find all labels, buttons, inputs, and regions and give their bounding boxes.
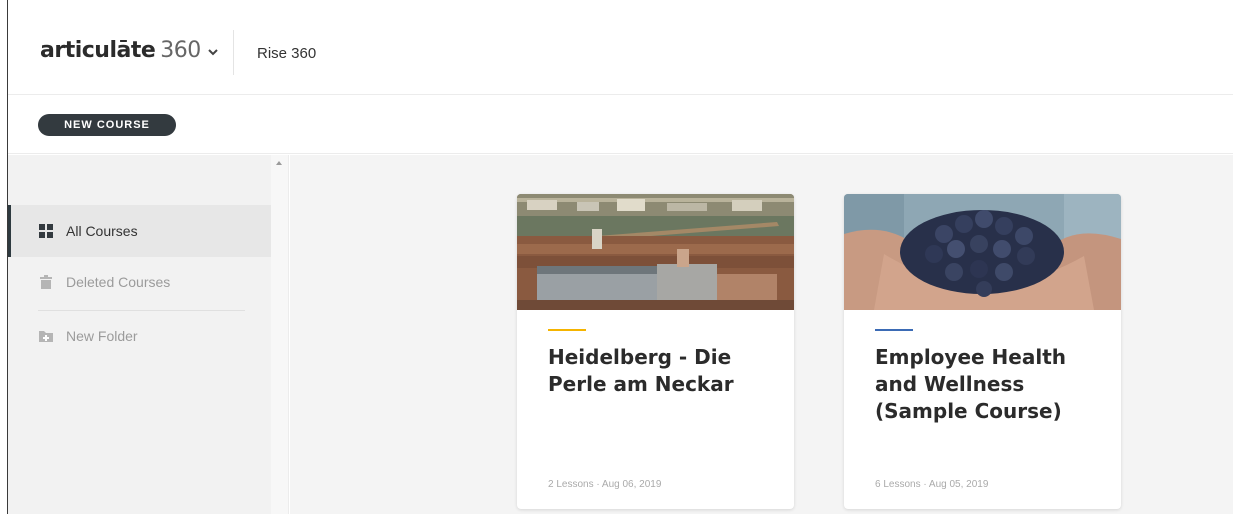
add-folder-icon bbox=[39, 331, 53, 342]
sidebar-item-label: All Courses bbox=[66, 223, 138, 239]
course-title[interactable]: Employee Health and Wellness (Sample Cou… bbox=[875, 344, 1095, 425]
grid-icon bbox=[39, 224, 53, 238]
product-name[interactable]: Rise 360 bbox=[257, 45, 316, 62]
sidebar-item-label: New Folder bbox=[66, 328, 138, 344]
sidebar-scrollbar[interactable] bbox=[271, 155, 289, 514]
chevron-down-icon[interactable] bbox=[206, 45, 220, 59]
course-grid: Heidelberg - Die Perle am Neckar 2 Lesso… bbox=[290, 155, 1233, 514]
new-course-button[interactable]: NEW COURSE bbox=[38, 114, 176, 136]
scroll-up-arrow-icon[interactable] bbox=[276, 161, 282, 165]
brand-wordmark: articulāte bbox=[40, 38, 156, 63]
sidebar-item-deleted-courses[interactable]: Deleted Courses bbox=[8, 256, 271, 308]
sidebar-item-label: Deleted Courses bbox=[66, 274, 171, 290]
course-meta: 2 Lessons · Aug 06, 2019 bbox=[548, 479, 662, 490]
app-header: articulāte 360 Rise 360 bbox=[8, 0, 1233, 95]
sidebar: All Courses Deleted Courses New Folder bbox=[8, 155, 271, 514]
course-title[interactable]: Heidelberg - Die Perle am Neckar bbox=[548, 344, 768, 398]
brand-number: 360 bbox=[160, 38, 201, 63]
course-meta: 6 Lessons · Aug 05, 2019 bbox=[875, 479, 989, 490]
course-accent-line bbox=[548, 329, 586, 331]
sidebar-item-new-folder[interactable]: New Folder bbox=[8, 310, 271, 362]
course-thumbnail-grapes bbox=[844, 194, 1121, 310]
articulate-360-logo[interactable]: articulāte 360 bbox=[40, 38, 201, 70]
course-accent-line bbox=[875, 329, 913, 331]
trash-icon bbox=[40, 275, 52, 289]
course-thumbnail-heidelberg bbox=[517, 194, 794, 310]
header-divider bbox=[233, 30, 234, 75]
toolbar: NEW COURSE bbox=[8, 96, 1233, 154]
course-card[interactable]: Employee Health and Wellness (Sample Cou… bbox=[844, 194, 1121, 509]
sidebar-item-all-courses[interactable]: All Courses bbox=[8, 205, 271, 257]
course-card[interactable]: Heidelberg - Die Perle am Neckar 2 Lesso… bbox=[517, 194, 794, 509]
